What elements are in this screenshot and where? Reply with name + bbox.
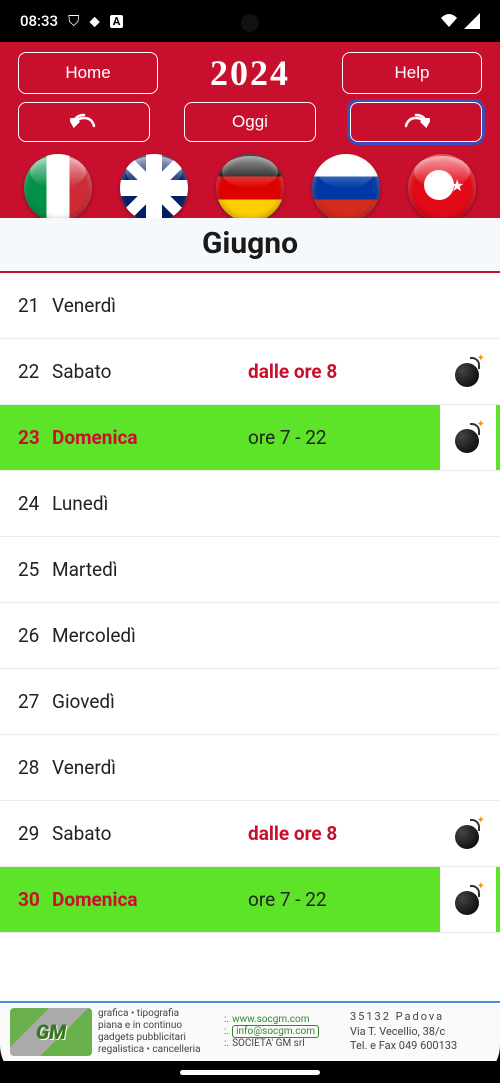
bomb-icon: ✦: [453, 819, 483, 849]
day-label: 24 Lunedì: [18, 492, 248, 515]
day-row[interactable]: 24 Lunedì: [0, 471, 500, 537]
day-name: Sabato: [52, 822, 112, 845]
day-row[interactable]: 23 Domenica ore 7 - 22 ✦: [0, 405, 500, 471]
day-icon-cell: ✦: [440, 867, 496, 932]
flag-italy[interactable]: [24, 154, 92, 218]
day-label: 30 Domenica: [18, 888, 248, 911]
day-label: 22 Sabato: [18, 360, 248, 383]
flag-russia[interactable]: [312, 154, 380, 218]
status-icon: ⬥: [89, 12, 100, 30]
prev-button[interactable]: [18, 102, 150, 142]
day-row[interactable]: 25 Martedì: [0, 537, 500, 603]
day-icon-cell: ✦: [440, 357, 496, 387]
day-name: Domenica: [52, 426, 138, 449]
day-name: Venerdì: [52, 294, 116, 317]
day-note: ore 7 - 22: [248, 426, 440, 449]
wifi-icon: [440, 13, 458, 29]
day-number: 26: [18, 624, 46, 647]
day-number: 22: [18, 360, 46, 383]
day-name: Lunedì: [52, 492, 108, 515]
bomb-icon: ✦: [453, 423, 483, 453]
nav-handle[interactable]: [180, 1070, 320, 1075]
day-name: Sabato: [52, 360, 112, 383]
nav-bar: [0, 1061, 500, 1083]
day-number: 27: [18, 690, 46, 713]
year-title: 2024: [168, 52, 332, 94]
next-button[interactable]: [350, 102, 482, 142]
day-number: 30: [18, 888, 46, 911]
status-icon: A: [110, 15, 123, 28]
day-name: Venerdì: [52, 756, 116, 779]
status-icon: ⛉: [68, 12, 79, 30]
day-label: 26 Mercoledì: [18, 624, 248, 647]
day-number: 24: [18, 492, 46, 515]
day-label: 29 Sabato: [18, 822, 248, 845]
day-row[interactable]: 29 Sabato dalle ore 8 ✦: [0, 801, 500, 867]
ad-address: 35132 Padova Via T. Vecellio, 38/c Tel. …: [350, 1010, 490, 1055]
bomb-icon: ✦: [453, 357, 483, 387]
day-row[interactable]: 27 Giovedì: [0, 669, 500, 735]
home-button[interactable]: Home: [18, 52, 158, 94]
day-row[interactable]: 21 Venerdì: [0, 273, 500, 339]
back-arrow-icon: [70, 112, 98, 132]
day-label: 23 Domenica: [18, 426, 248, 449]
day-row[interactable]: 30 Domenica ore 7 - 22 ✦: [0, 867, 500, 933]
day-number: 29: [18, 822, 46, 845]
day-note: ore 7 - 22: [248, 888, 440, 911]
day-number: 28: [18, 756, 46, 779]
day-row[interactable]: 22 Sabato dalle ore 8 ✦: [0, 339, 500, 405]
day-name: Martedì: [52, 558, 118, 581]
day-row[interactable]: 28 Venerdì: [0, 735, 500, 801]
flag-turkey[interactable]: [408, 154, 476, 218]
day-list: 21 Venerdì 22 Sabato dalle ore 8 ✦ 23 Domenica o…: [0, 273, 500, 1031]
month-title: Giugno: [0, 218, 500, 273]
day-label: 27 Giovedì: [18, 690, 248, 713]
day-name: Domenica: [52, 888, 138, 911]
day-name: Mercoledì: [52, 624, 136, 647]
day-row[interactable]: 26 Mercoledì: [0, 603, 500, 669]
day-note: dalle ore 8: [248, 360, 440, 383]
status-time: 08:33: [20, 12, 58, 30]
day-label: 28 Venerdì: [18, 756, 248, 779]
app-header: Home 2024 Help Oggi: [0, 42, 500, 218]
day-number: 25: [18, 558, 46, 581]
day-number: 23: [18, 426, 46, 449]
day-label: 21 Venerdì: [18, 294, 248, 317]
day-number: 21: [18, 294, 46, 317]
day-name: Giovedì: [52, 690, 115, 713]
footer-ad[interactable]: GM grafica • tipografia piana e in conti…: [0, 1001, 500, 1061]
flag-germany[interactable]: [216, 154, 284, 218]
camera-notch: [241, 14, 259, 32]
ad-logo: GM: [10, 1008, 92, 1056]
help-button[interactable]: Help: [342, 52, 482, 94]
day-note: dalle ore 8: [248, 822, 440, 845]
signal-icon: [464, 13, 480, 29]
forward-arrow-icon: [402, 112, 430, 132]
day-label: 25 Martedì: [18, 558, 248, 581]
day-icon-cell: ✦: [440, 405, 496, 470]
flag-uk[interactable]: [120, 154, 188, 218]
ad-contacts: :.www.socgm.com :.info@socgm.com :.SOCIE…: [224, 1014, 344, 1050]
day-icon-cell: ✦: [440, 819, 496, 849]
today-button[interactable]: Oggi: [184, 102, 316, 142]
ad-taglines: grafica • tipografia piana e in continuo…: [98, 1008, 218, 1056]
bomb-icon: ✦: [453, 885, 483, 915]
